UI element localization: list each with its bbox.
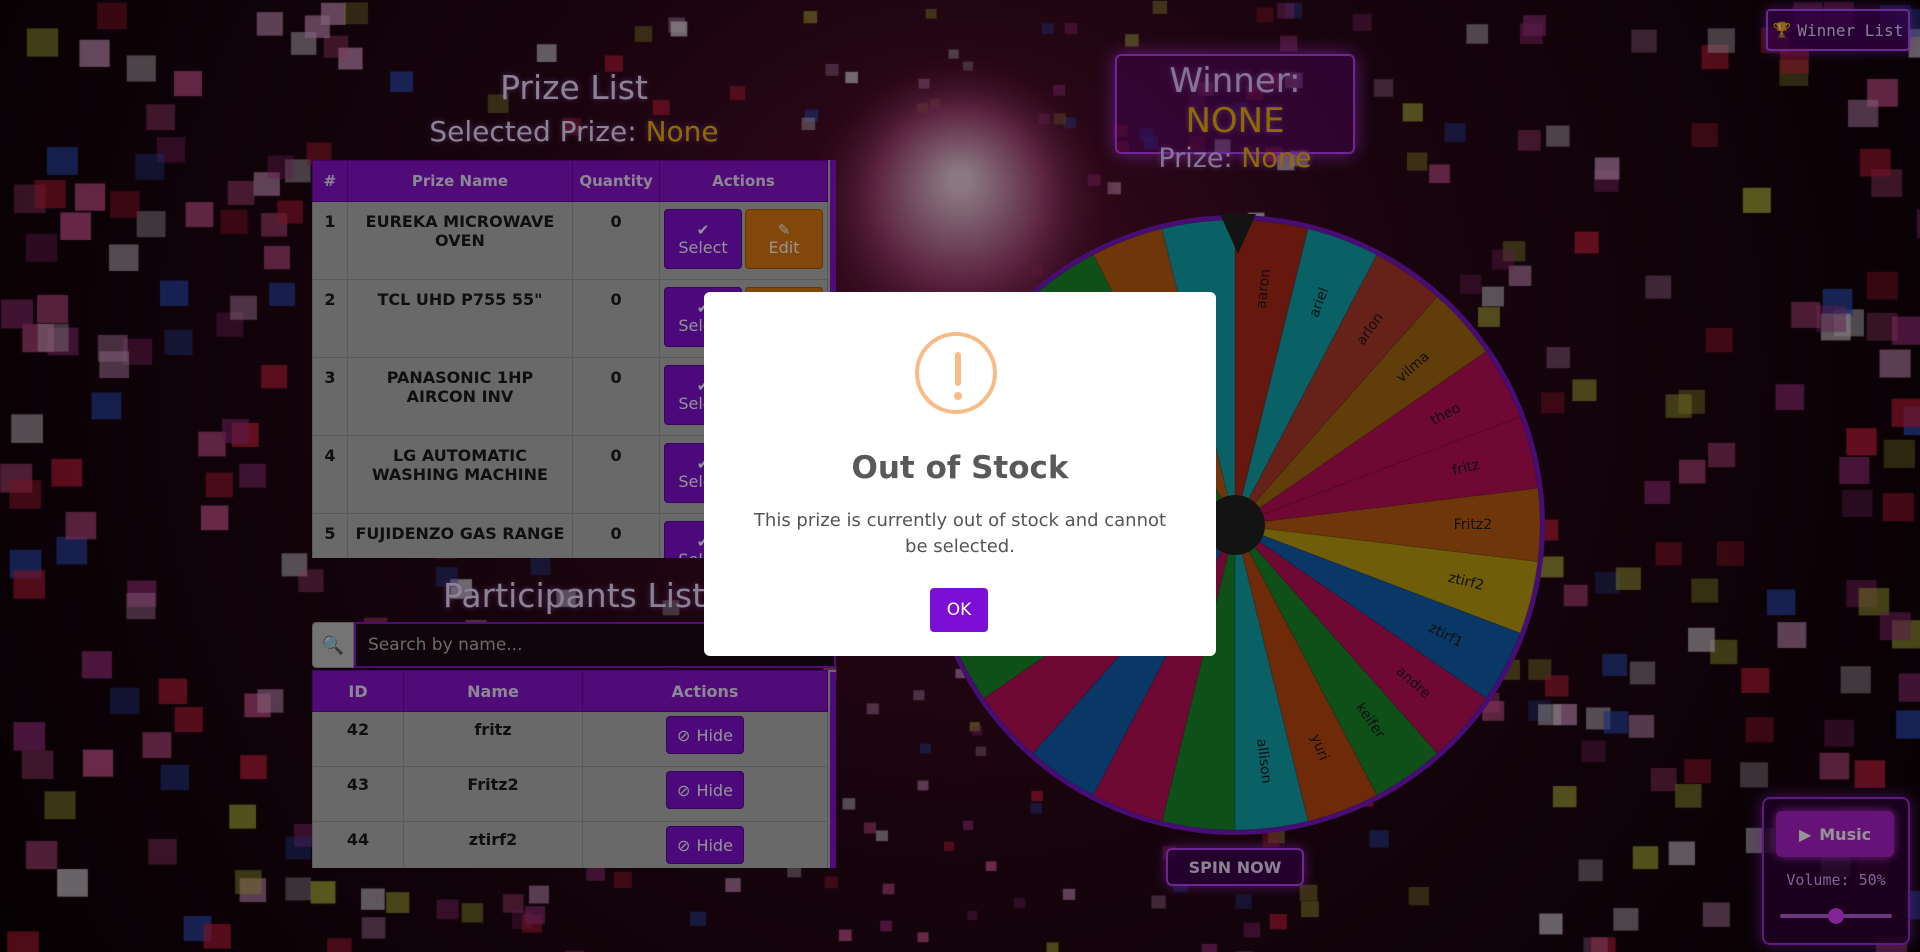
ok-button[interactable]: OK	[930, 588, 988, 632]
dialog-message: This prize is currently out of stock and…	[753, 510, 1167, 557]
warning-icon	[915, 332, 997, 414]
dialog-title: Out of Stock	[851, 450, 1069, 486]
out-of-stock-dialog: Out of Stock This prize is currently out…	[704, 292, 1216, 656]
